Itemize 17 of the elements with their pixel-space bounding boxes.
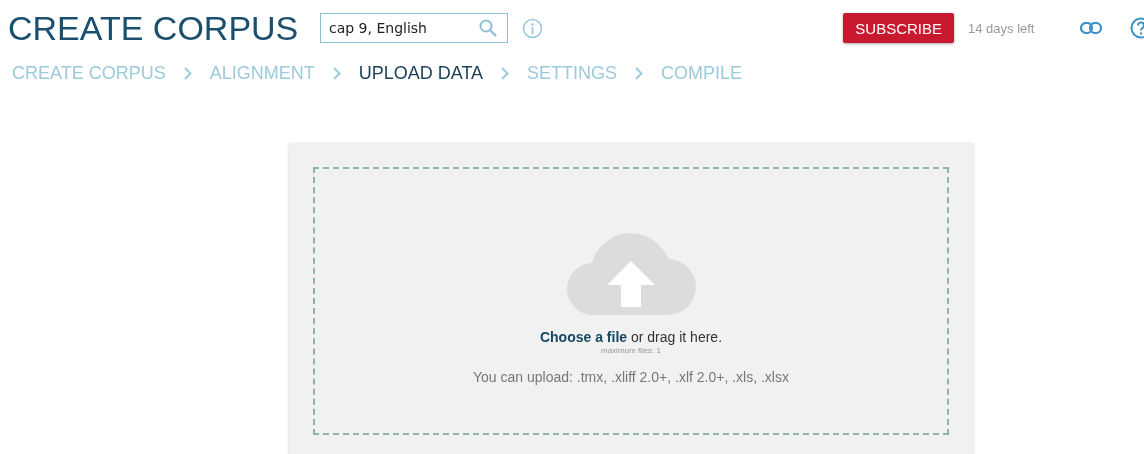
chevron-icon xyxy=(635,66,644,80)
chevron-icon xyxy=(501,66,510,80)
choose-file-link[interactable]: Choose a file xyxy=(539,329,628,345)
info-icon[interactable] xyxy=(522,17,543,39)
link-icon[interactable] xyxy=(1080,22,1102,34)
upload-prompt: Choose a file or drag it here. xyxy=(539,329,723,345)
trial-days-text: 14 days left xyxy=(968,20,1036,36)
search-icon[interactable] xyxy=(478,18,498,38)
allowed-formats-text: You can upload: .tmx, .xliff 2.0+, .xlf 2.0+, .xls, .xlsx xyxy=(473,369,789,385)
step-tab[interactable]: UPLOAD DATA xyxy=(358,62,484,84)
drop-zone[interactable]: Choose a file or drag it here. maximum files: 1 You can upload: .tmx, .xliff 2.0+, .xlf 2.0+, .xls, .xlsx xyxy=(313,167,949,435)
chevron-icon xyxy=(332,66,341,80)
search-field[interactable]: cap 9, English xyxy=(320,13,508,43)
max-files-text: maximum files: 1 xyxy=(601,346,661,355)
page-title: CREATE CORPUS xyxy=(8,8,300,48)
chevron-icon xyxy=(183,66,192,80)
subscribe-button[interactable]: SUBSCRIBE xyxy=(843,13,954,43)
